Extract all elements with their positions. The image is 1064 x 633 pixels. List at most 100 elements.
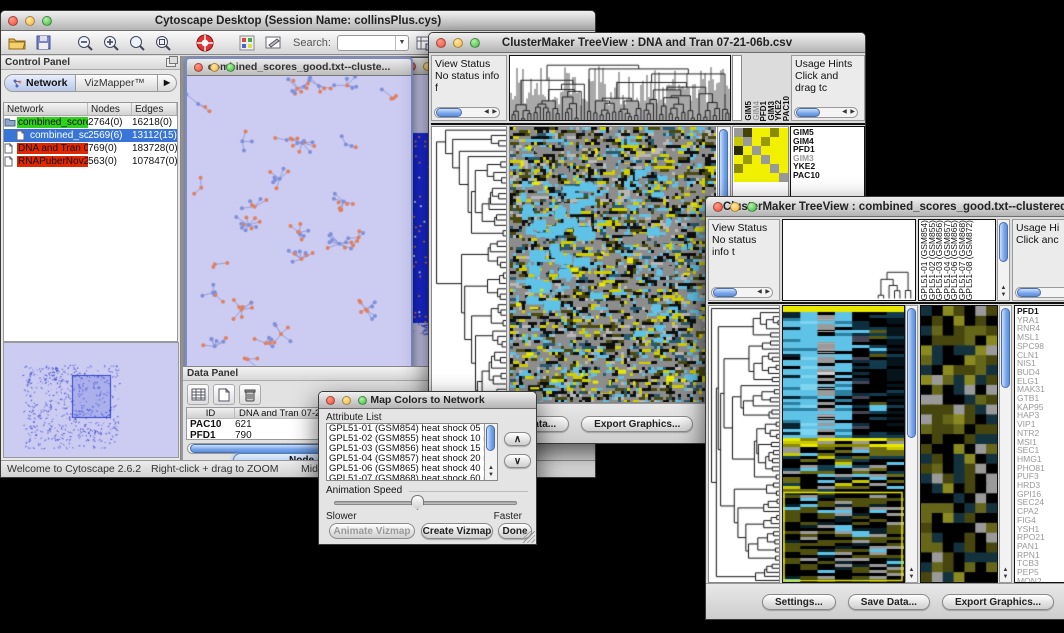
mini-heatmap-cell[interactable] xyxy=(743,137,752,146)
col-id[interactable]: ID xyxy=(187,408,235,418)
scroll-thumb[interactable] xyxy=(907,308,916,438)
footer-button-save-data-[interactable]: Save Data... xyxy=(848,594,930,610)
mini-heatmap-cell[interactable] xyxy=(761,164,770,173)
new-attribute-icon[interactable] xyxy=(213,384,235,405)
mini-heatmap-cell[interactable] xyxy=(743,128,752,137)
zoom-button[interactable] xyxy=(226,63,235,72)
search-input[interactable]: ▼ xyxy=(337,35,409,51)
close-button[interactable] xyxy=(326,396,335,405)
row-dendrogram-canvas[interactable] xyxy=(709,306,779,582)
heatmap-pane[interactable] xyxy=(782,305,905,583)
tab-vizmapper[interactable]: VizMapper™ xyxy=(76,75,153,91)
column-dendrogram-pane[interactable] xyxy=(509,55,731,121)
main-titlebar[interactable]: Cytoscape Desktop (Session Name: collins… xyxy=(1,11,595,31)
row-dendrogram-pane[interactable] xyxy=(708,305,780,583)
zoom-out-icon[interactable] xyxy=(75,33,95,52)
status-hscrollbar[interactable]: ◀ ▶ xyxy=(434,107,500,118)
hints-hscrollbar[interactable] xyxy=(1015,287,1064,298)
zoom-button[interactable] xyxy=(747,202,757,212)
minimize-button[interactable] xyxy=(210,63,219,72)
mini-heatmap-cell[interactable] xyxy=(770,155,779,164)
zoom-heatmap-pane[interactable] xyxy=(920,305,998,583)
footer-button-settings-[interactable]: Settings... xyxy=(762,594,836,610)
mini-heatmap-cell[interactable] xyxy=(734,155,743,164)
mini-heatmap-cell[interactable] xyxy=(734,164,743,173)
row-dendrogram-canvas[interactable] xyxy=(432,127,506,402)
select-attributes-icon[interactable] xyxy=(187,384,209,405)
move-down-button[interactable]: ∨ xyxy=(504,454,531,468)
mini-heatmap-cell[interactable] xyxy=(761,137,770,146)
column-label[interactable]: PAC10 xyxy=(783,96,790,121)
mini-heatmap-cell[interactable] xyxy=(752,155,761,164)
mini-heatmap-cell[interactable] xyxy=(779,164,788,173)
scroll-arrows[interactable]: ◀ ▶ xyxy=(842,108,856,117)
scroll-thumb[interactable] xyxy=(713,288,737,297)
mini-heatmap-cell[interactable] xyxy=(743,164,752,173)
mini-heatmap-cell[interactable] xyxy=(734,137,743,146)
heatmap-canvas[interactable] xyxy=(783,306,904,582)
scroll-arrows[interactable]: ▲▼ xyxy=(1000,567,1011,581)
close-button[interactable] xyxy=(713,202,723,212)
mini-heatmap-cell[interactable] xyxy=(770,146,779,155)
mini-heatmap-cell[interactable] xyxy=(752,128,761,137)
column-dendrogram-canvas[interactable] xyxy=(510,56,730,120)
delete-attribute-icon[interactable] xyxy=(239,384,261,405)
mini-heatmap-cell[interactable] xyxy=(770,173,779,182)
mini-heatmap-cell[interactable] xyxy=(779,173,788,182)
status-hscrollbar[interactable]: ◀ ▶ xyxy=(711,287,773,298)
footer-button-export-graphics-[interactable]: Export Graphics... xyxy=(942,594,1054,610)
scroll-thumb[interactable] xyxy=(999,222,1008,262)
minimize-button[interactable] xyxy=(342,396,351,405)
network-table-row[interactable]: DNA and Tran 07769(0)183728(0) xyxy=(4,142,177,155)
vizmapper-icon[interactable] xyxy=(237,33,257,52)
scroll-arrows[interactable]: ▲▼ xyxy=(998,285,1009,299)
attribute-list-vscrollbar[interactable]: ▲▼ xyxy=(484,424,497,480)
help-icon[interactable] xyxy=(195,33,215,52)
move-up-button[interactable]: ∧ xyxy=(504,432,531,446)
mini-heatmap[interactable] xyxy=(734,128,788,182)
mini-heatmap-cell[interactable] xyxy=(743,155,752,164)
mini-heatmap-cell[interactable] xyxy=(770,128,779,137)
zoom-heatmap-canvas[interactable] xyxy=(921,306,997,582)
treeview-dna-titlebar[interactable]: ClusterMaker TreeView : DNA and Tran 07-… xyxy=(429,33,865,53)
gene-label[interactable]: PAC10 xyxy=(793,171,864,180)
mini-heatmap-cell[interactable] xyxy=(770,137,779,146)
close-button[interactable] xyxy=(194,63,203,72)
minimize-button[interactable] xyxy=(453,38,463,48)
zoom-button[interactable] xyxy=(470,38,480,48)
scroll-arrows[interactable]: ◀ ▶ xyxy=(484,108,498,117)
mini-heatmap-cell[interactable] xyxy=(779,137,788,146)
scroll-thumb[interactable] xyxy=(1017,288,1041,297)
scroll-thumb[interactable] xyxy=(796,108,820,117)
hints-hscrollbar[interactable]: ◀ ▶ xyxy=(794,107,858,118)
mini-heatmap-cell[interactable] xyxy=(752,146,761,155)
close-button[interactable] xyxy=(8,16,18,26)
attribute-item[interactable]: GPL51-07 (GSM868) heat shock 60 min xyxy=(329,474,497,481)
scroll-arrows[interactable]: ▲▼ xyxy=(906,567,917,581)
row-dendrogram-pane[interactable] xyxy=(431,126,507,403)
scroll-thumb[interactable] xyxy=(436,108,462,117)
treeview-combined-titlebar[interactable]: ClusterMaker TreeView : combined_scores_… xyxy=(706,197,1064,217)
resize-grip[interactable] xyxy=(523,531,535,543)
mini-heatmap-cell[interactable] xyxy=(752,164,761,173)
mini-heatmap-cell[interactable] xyxy=(752,137,761,146)
speed-slider-knob[interactable] xyxy=(411,495,424,510)
network-table-header[interactable]: Network Nodes Edges xyxy=(4,103,177,116)
mini-heatmap-cell[interactable] xyxy=(761,146,770,155)
zoom-button[interactable] xyxy=(358,396,367,405)
mini-heatmap-cell[interactable] xyxy=(743,173,752,182)
minimize-button[interactable] xyxy=(25,16,35,26)
mini-heatmap-cell[interactable] xyxy=(779,146,788,155)
tabs-overflow-button[interactable]: ▶ xyxy=(157,75,176,91)
network-table-row[interactable]: RNAPuberNov2+563(0)107847(0) xyxy=(4,155,177,168)
mini-heatmap-cell[interactable] xyxy=(734,146,743,155)
col-network[interactable]: Network xyxy=(4,103,88,115)
heatmap-pane[interactable]: ▲▼ xyxy=(509,126,731,403)
save-icon[interactable] xyxy=(33,33,53,52)
mini-heatmap-cell[interactable] xyxy=(734,128,743,137)
network-overview-canvas[interactable] xyxy=(3,342,179,458)
close-button[interactable] xyxy=(436,38,446,48)
col-edges[interactable]: Edges xyxy=(132,103,177,115)
zoom-fit-icon[interactable] xyxy=(153,33,173,52)
zoom-selected-icon[interactable] xyxy=(127,33,147,52)
